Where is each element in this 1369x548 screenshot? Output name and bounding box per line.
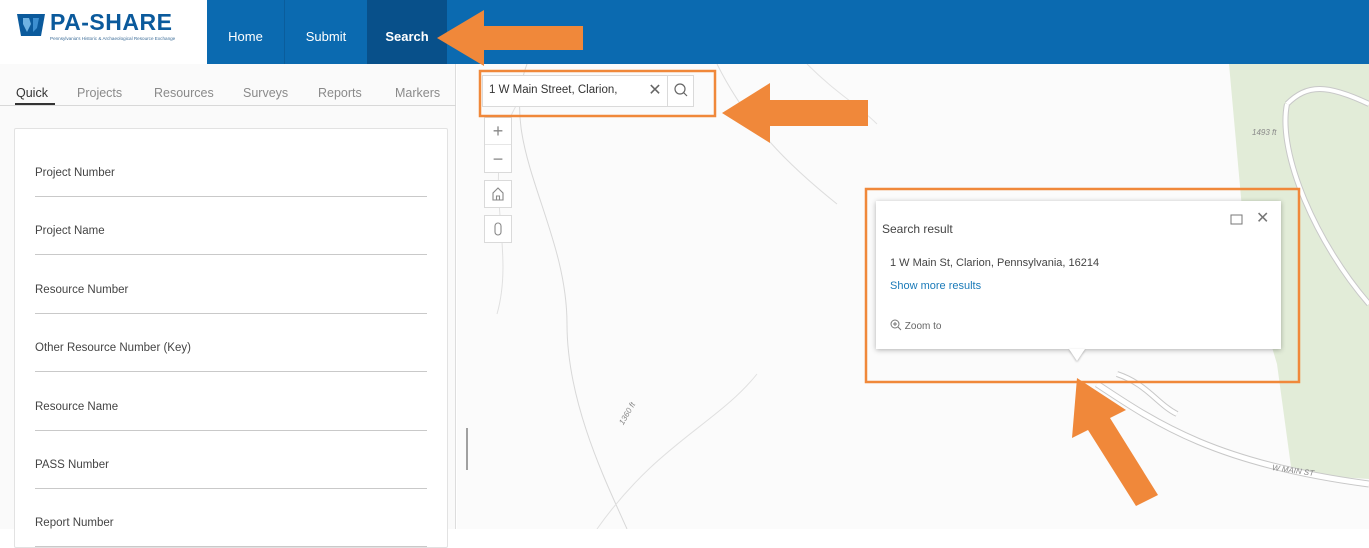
maximize-icon[interactable] bbox=[1230, 213, 1243, 226]
pass-number-field[interactable]: PASS Number bbox=[35, 459, 427, 489]
search-result-popup: Search result ✕ 1 W Main St, Clarion, Pe… bbox=[876, 201, 1281, 349]
logo-subtext: Pennsylvania's Historic & Archaeological… bbox=[50, 36, 176, 41]
popup-pointer bbox=[1069, 349, 1085, 361]
tab-markers[interactable]: Markers bbox=[395, 86, 440, 100]
field-label: Report Number bbox=[35, 517, 114, 529]
quick-search-form: Project Number Project Name Resource Num… bbox=[14, 128, 448, 548]
locate-button[interactable] bbox=[484, 215, 512, 243]
close-icon[interactable]: ✕ bbox=[1256, 211, 1269, 227]
field-label: Resource Name bbox=[35, 401, 119, 413]
popup-title: Search result bbox=[882, 222, 953, 236]
project-number-field[interactable]: Project Number bbox=[35, 167, 427, 197]
result-address: 1 W Main St, Clarion, Pennsylvania, 1621… bbox=[890, 257, 1100, 269]
zoom-in-button[interactable]: + bbox=[485, 118, 511, 145]
field-label: Project Number bbox=[35, 167, 115, 179]
tab-quick[interactable]: Quick bbox=[16, 86, 48, 100]
resource-number-field[interactable]: Resource Number bbox=[35, 284, 427, 314]
search-icon bbox=[674, 83, 688, 97]
resource-name-field[interactable]: Resource Name bbox=[35, 401, 427, 431]
address-search-input[interactable] bbox=[489, 84, 634, 96]
show-more-results-link[interactable]: Show more results bbox=[890, 280, 981, 292]
home-icon bbox=[492, 187, 504, 201]
field-label: Resource Number bbox=[35, 284, 129, 296]
locate-icon bbox=[494, 222, 502, 236]
nav-home[interactable]: Home bbox=[207, 0, 284, 64]
zoom-out-button[interactable]: − bbox=[485, 146, 511, 173]
search-panel: Quick Projects Resources Surveys Reports… bbox=[0, 64, 456, 548]
active-tab-indicator bbox=[15, 103, 55, 105]
zoom-controls: + − bbox=[484, 117, 512, 173]
home-button[interactable] bbox=[484, 180, 512, 208]
map-search-box: ✕ bbox=[482, 75, 694, 107]
logo[interactable]: PA-SHARE Pennsylvania's Historic & Archa… bbox=[0, 0, 207, 64]
zoom-to-button[interactable]: Zoom to bbox=[890, 319, 941, 332]
report-number-field[interactable]: Report Number bbox=[35, 517, 427, 547]
tab-surveys[interactable]: Surveys bbox=[243, 86, 288, 100]
field-label: PASS Number bbox=[35, 459, 109, 471]
tab-reports[interactable]: Reports bbox=[318, 86, 362, 100]
tab-projects[interactable]: Projects bbox=[77, 86, 122, 100]
zoom-in-icon bbox=[890, 319, 902, 331]
clear-icon[interactable]: ✕ bbox=[646, 82, 664, 100]
app-header: PA-SHARE Pennsylvania's Historic & Archa… bbox=[0, 0, 1369, 64]
search-button[interactable] bbox=[667, 76, 695, 106]
elevation-label: 1493 ft bbox=[1252, 128, 1277, 137]
field-label: Other Resource Number (Key) bbox=[35, 342, 191, 354]
nav-submit[interactable]: Submit bbox=[284, 0, 367, 64]
keystone-logo-icon bbox=[17, 14, 45, 36]
other-resource-number-field[interactable]: Other Resource Number (Key) bbox=[35, 342, 427, 372]
zoom-to-label: Zoom to bbox=[904, 321, 942, 332]
tab-resources[interactable]: Resources bbox=[154, 86, 214, 100]
search-tabs: Quick Projects Resources Surveys Reports… bbox=[0, 64, 456, 106]
project-name-field[interactable]: Project Name bbox=[35, 225, 427, 255]
logo-text: PA-SHARE bbox=[50, 9, 173, 35]
field-label: Project Name bbox=[35, 225, 105, 237]
nav-search[interactable]: Search bbox=[367, 0, 447, 64]
